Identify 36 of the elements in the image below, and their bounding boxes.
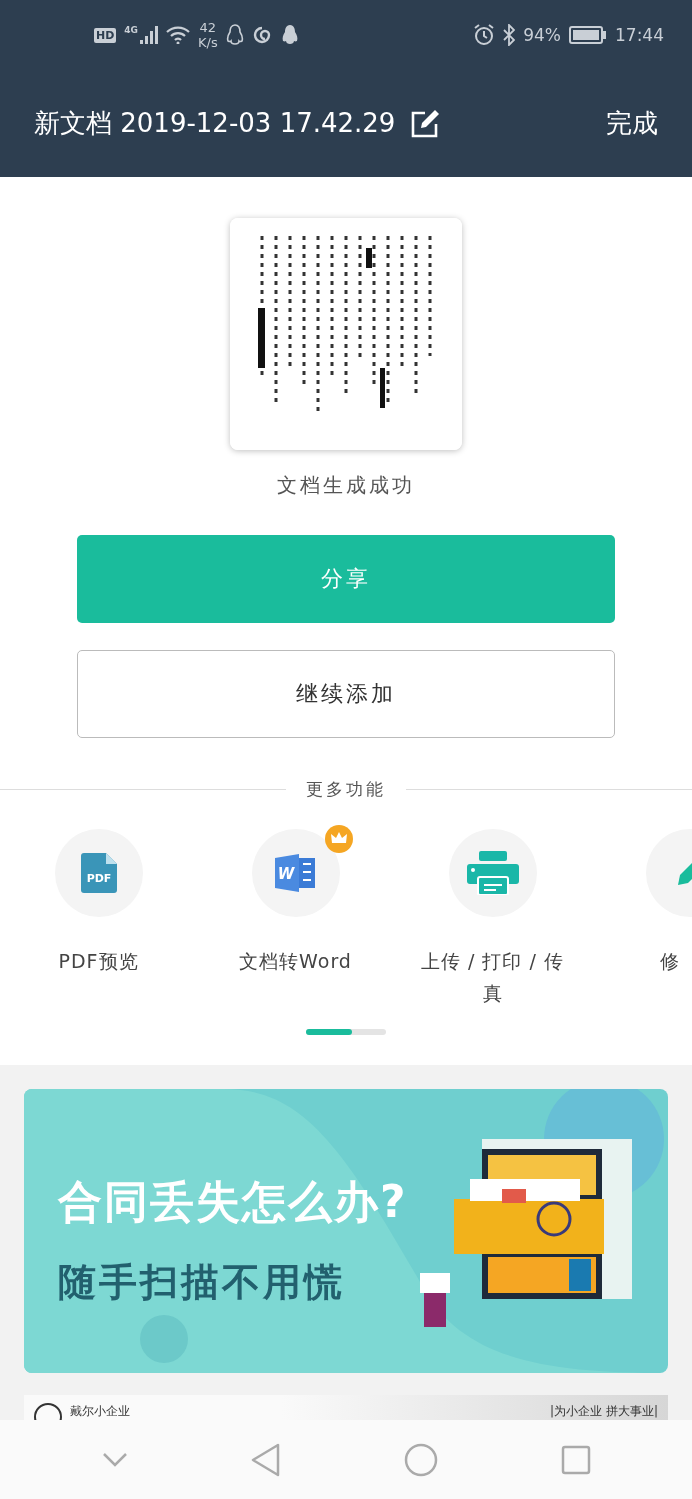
battery-icon (569, 26, 607, 44)
add-more-button[interactable]: 继续添加 (77, 650, 615, 738)
hd-badge: HD (94, 27, 117, 43)
ad-slogan: |为小企业 拼大事业| (550, 1403, 658, 1420)
feature-button[interactable]: W (251, 829, 340, 917)
feature-label: PDF预览 (57, 949, 140, 974)
banner-subline: 随手扫描不用慌 (58, 1259, 345, 1306)
section-title: 更多功能 (306, 778, 386, 801)
pdf-file-icon: PDF (80, 853, 117, 893)
edit-icon[interactable] (411, 109, 442, 138)
feature-button[interactable]: PDF (54, 829, 143, 917)
alarm-icon (473, 24, 496, 46)
share-button[interactable]: 分享 (77, 535, 615, 623)
swirl-icon (251, 25, 272, 45)
speed-unit: K/s (198, 35, 218, 50)
back-icon[interactable] (250, 1442, 281, 1477)
done-button[interactable]: 完成 (606, 106, 658, 141)
bluetooth-icon (503, 24, 516, 46)
wifi-icon (166, 26, 190, 44)
feature-label: 文档转Word (238, 949, 353, 974)
battery-percent: 94% (523, 25, 561, 45)
banner-headline: 合同丢失怎么办? (58, 1175, 408, 1229)
feature-label: 修 (660, 949, 680, 974)
success-message: 文档生成成功 (277, 472, 415, 499)
recents-icon[interactable] (560, 1444, 591, 1475)
document-title: 新文档 2019-12-03 17.42.29 (34, 107, 396, 140)
ad-brand: 戴尔小企业 (70, 1403, 130, 1420)
printer-icon (466, 851, 519, 895)
network-type: 4G (124, 25, 138, 35)
penguin-outline-icon (225, 24, 244, 46)
chevron-down-icon[interactable] (101, 1451, 128, 1468)
signal-icon (140, 26, 158, 44)
home-icon[interactable] (403, 1442, 438, 1477)
speed-value: 42 (199, 20, 217, 35)
clock: 17:44 (615, 25, 664, 45)
feature-label: 上传 / 打印 / 传真 (420, 949, 565, 1006)
